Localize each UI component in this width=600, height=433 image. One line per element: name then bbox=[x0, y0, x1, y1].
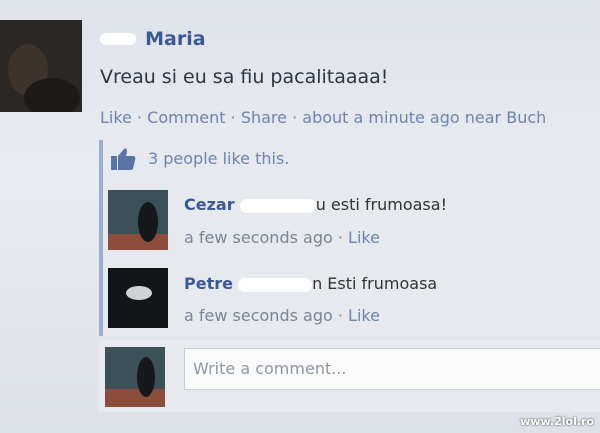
separator: · bbox=[337, 306, 349, 325]
comment-like-link[interactable]: Like bbox=[348, 306, 380, 325]
post-actions: Like · Comment · Share · about a minute … bbox=[100, 108, 546, 127]
separator: · bbox=[230, 108, 241, 127]
separator: · bbox=[292, 108, 303, 127]
share-link[interactable]: Share bbox=[241, 108, 287, 127]
comment-like-link[interactable]: Like bbox=[348, 228, 380, 247]
commenter-avatar[interactable] bbox=[108, 268, 168, 328]
redacted-name bbox=[100, 33, 136, 45]
comment-timestamp: a few seconds ago bbox=[184, 228, 333, 247]
comment-input-placeholder: Write a comment... bbox=[193, 359, 347, 378]
post-timestamp[interactable]: about a minute ago near Buch bbox=[302, 108, 546, 127]
comment-link[interactable]: Comment bbox=[147, 108, 225, 127]
likes-count[interactable]: 3 people like this. bbox=[148, 149, 289, 168]
comment-body: u esti frumoasa! bbox=[315, 195, 447, 214]
comment-meta: a few seconds ago · Like bbox=[184, 306, 380, 325]
like-link[interactable]: Like bbox=[100, 108, 132, 127]
commenter-avatar[interactable] bbox=[108, 190, 168, 250]
comment-input[interactable]: Write a comment... bbox=[184, 348, 600, 390]
redacted-name bbox=[238, 277, 313, 292]
comment-meta: a few seconds ago · Like bbox=[184, 228, 380, 247]
thumbs-up-icon bbox=[109, 146, 137, 172]
separator: · bbox=[337, 228, 349, 247]
redacted-name bbox=[239, 198, 316, 213]
post-header: Maria bbox=[100, 28, 206, 54]
watermark: www.2lol.ro bbox=[520, 415, 594, 428]
separator: · bbox=[137, 108, 148, 127]
comment-text: Cezar u esti frumoasa! bbox=[184, 195, 447, 214]
post-author-avatar[interactable] bbox=[0, 20, 82, 112]
current-user-avatar bbox=[105, 347, 165, 407]
comment-timestamp: a few seconds ago bbox=[184, 306, 333, 325]
comment-text: Petre n Esti frumoasa bbox=[184, 274, 437, 293]
commenter-name[interactable]: Cezar bbox=[184, 195, 235, 214]
comment-body: n Esti frumoasa bbox=[312, 274, 438, 293]
post-text: Vreau si eu sa fiu pacalitaaaa! bbox=[100, 66, 389, 88]
commenter-name[interactable]: Petre bbox=[184, 274, 233, 293]
post-author-name[interactable]: Maria bbox=[145, 28, 205, 50]
